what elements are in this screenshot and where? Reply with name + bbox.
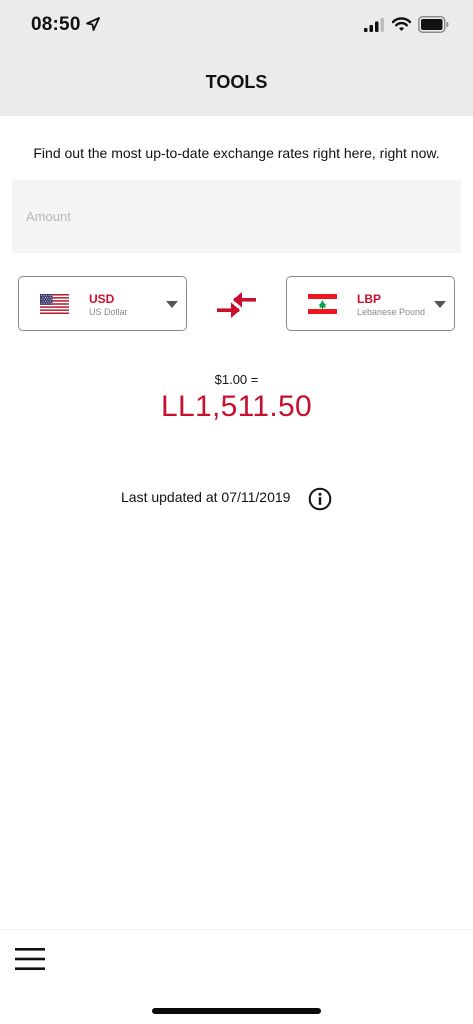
nav-bar: TOOLS bbox=[0, 52, 473, 116]
bottom-bar-divider bbox=[0, 929, 473, 930]
battery-icon bbox=[418, 16, 449, 33]
to-currency-code: LBP bbox=[357, 292, 381, 306]
home-indicator[interactable] bbox=[152, 1008, 321, 1014]
from-currency-select[interactable]: USD US Dollar bbox=[18, 276, 187, 331]
from-currency-name: US Dollar bbox=[89, 307, 128, 317]
caret-down-icon bbox=[434, 301, 446, 308]
hamburger-menu-icon[interactable] bbox=[15, 948, 45, 970]
from-currency-code: USD bbox=[89, 292, 115, 306]
us-flag-icon bbox=[40, 294, 69, 314]
base-amount: $1.00 = bbox=[214, 372, 259, 387]
last-updated-text: Last updated at 07/11/2019 bbox=[121, 489, 291, 505]
wifi-icon bbox=[392, 17, 411, 31]
to-currency-name: Lebanese Pound bbox=[357, 307, 426, 317]
info-icon[interactable] bbox=[308, 487, 332, 511]
conversion-result: LL1,511.50 bbox=[161, 390, 312, 423]
status-bar: 08:50 bbox=[0, 0, 473, 52]
page-title: TOOLS bbox=[205, 72, 268, 92]
signal-icon bbox=[364, 18, 384, 32]
lebanon-flag-icon bbox=[308, 294, 337, 314]
status-time: 08:50 bbox=[31, 14, 81, 35]
to-currency-select[interactable]: LBP Lebanese Pound bbox=[286, 276, 455, 331]
amount-input[interactable] bbox=[12, 180, 461, 253]
swap-arrows-icon[interactable] bbox=[216, 291, 257, 319]
caret-down-icon bbox=[166, 301, 178, 308]
location-arrow-icon bbox=[86, 17, 100, 31]
intro-text: Find out the most up-to-date exchange ra… bbox=[33, 145, 440, 161]
